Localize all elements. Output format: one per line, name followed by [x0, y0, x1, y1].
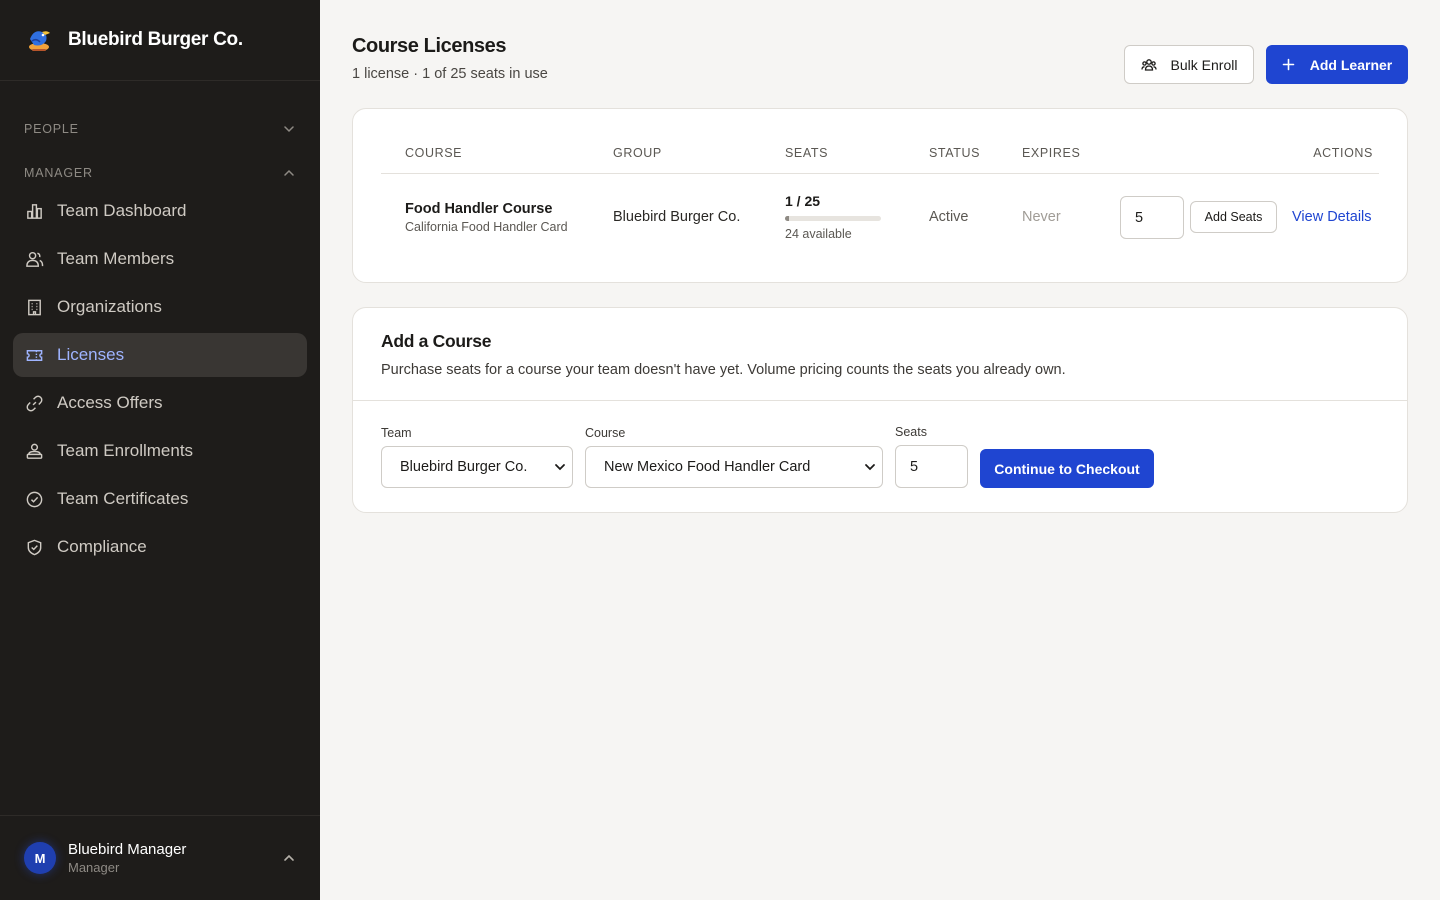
sidebar-item-label: Team Dashboard [57, 201, 187, 220]
column-header-course: COURSE [405, 146, 463, 160]
team-select-value: Bluebird Burger Co. [400, 459, 528, 475]
expires-text: Never [1022, 209, 1061, 225]
page-title: Course Licenses [352, 35, 507, 57]
column-header-seats: SEATS [785, 146, 829, 160]
sidebar-item-label: Team Certificates [57, 489, 189, 508]
sidebar-item-label: Organizations [57, 297, 162, 316]
add-learner-label: Add Learner [1309, 56, 1393, 73]
sidebar-item-access-offers[interactable]: Access Offers [13, 381, 307, 425]
building-icon [28, 299, 41, 315]
user-name: Bluebird Manager [68, 841, 187, 858]
user-menu[interactable]: M Bluebird Manager Manager [0, 815, 320, 900]
sidebar-item-team-members[interactable]: Team Members [13, 237, 307, 281]
section-label: PEOPLE [24, 122, 79, 136]
sidebar-item-compliance[interactable]: Compliance [13, 525, 307, 569]
section-label: MANAGER [24, 166, 93, 180]
course-select[interactable]: New Mexico Food Handler Card [585, 446, 883, 488]
add-course-description: Purchase seats for a course your team do… [381, 362, 1066, 378]
page-subtitle: 1 license · 1 of 25 seats in use [352, 66, 548, 82]
manager-nav: Team Dashboard Team Members Organization… [0, 189, 320, 569]
status-text: Active [929, 209, 969, 225]
link-icon [26, 395, 43, 411]
course-subtitle: California Food Handler Card [405, 220, 568, 234]
column-header-expires: EXPIRES [1022, 146, 1081, 160]
section-manager-toggle[interactable]: MANAGER [0, 163, 320, 183]
course-label: Course [585, 426, 626, 440]
group-name: Bluebird Burger Co. [613, 209, 741, 225]
section-people-toggle[interactable]: PEOPLE [0, 119, 320, 139]
team-select[interactable]: Bluebird Burger Co. [381, 446, 573, 488]
user-role: Manager [68, 860, 120, 875]
divider [353, 400, 1407, 401]
add-seats-quantity-input[interactable] [1120, 196, 1184, 239]
users-icon [26, 251, 44, 267]
enrollment-icon [26, 443, 43, 459]
bulk-enroll-button[interactable]: Bulk Enroll [1124, 45, 1254, 84]
sidebar-item-organizations[interactable]: Organizations [13, 285, 307, 329]
add-learner-button[interactable]: Add Learner [1266, 45, 1408, 84]
chevron-down-icon [865, 464, 875, 471]
add-course-card: Add a Course Purchase seats for a course… [352, 307, 1408, 513]
add-course-title: Add a Course [381, 331, 492, 351]
seats-progress-bar [785, 216, 881, 221]
brand-header[interactable]: Bluebird Burger Co. [0, 0, 320, 81]
sidebar-item-licenses[interactable]: Licenses [13, 333, 307, 377]
bar-chart-icon [27, 203, 42, 219]
bulk-enroll-label: Bulk Enroll [1170, 56, 1238, 73]
avatar: M [24, 842, 56, 874]
seats-available: 24 available [785, 227, 852, 241]
chevron-down-icon [555, 464, 565, 471]
view-details-link[interactable]: View Details [1292, 209, 1372, 225]
seats-label: Seats [895, 425, 927, 439]
seats-quantity-input[interactable] [895, 445, 968, 488]
course-select-value: New Mexico Food Handler Card [604, 459, 811, 475]
continue-to-checkout-button[interactable]: Continue to Checkout [980, 449, 1154, 488]
sidebar-item-label: Licenses [57, 345, 125, 364]
sidebar-item-team-dashboard[interactable]: Team Dashboard [13, 189, 307, 233]
add-seats-button[interactable]: Add Seats [1190, 201, 1277, 233]
chevron-down-icon [284, 126, 294, 133]
column-header-actions: ACTIONS [1313, 146, 1373, 160]
chevron-up-icon [284, 854, 294, 861]
sidebar-item-label: Team Members [57, 249, 175, 268]
column-header-group: GROUP [613, 146, 662, 160]
sidebar-item-label: Compliance [57, 537, 147, 556]
shield-check-icon [27, 539, 42, 555]
sidebar-item-label: Access Offers [57, 393, 163, 412]
chevron-up-icon [284, 169, 294, 176]
plus-icon [1282, 58, 1295, 71]
course-name: Food Handler Course [405, 201, 553, 217]
seats-progress-fill [785, 216, 789, 221]
check-circle-icon [26, 491, 43, 507]
sidebar-item-label: Team Enrollments [57, 441, 194, 460]
sidebar-item-team-certificates[interactable]: Team Certificates [13, 477, 307, 521]
header-divider [381, 173, 1379, 174]
licenses-table-card: COURSE GROUP SEATS STATUS EXPIRES ACTION… [352, 108, 1408, 283]
seats-count: 1 / 25 [785, 193, 821, 209]
ticket-icon [26, 349, 43, 361]
sidebar-item-team-enrollments[interactable]: Team Enrollments [13, 429, 307, 473]
sidebar: Bluebird Burger Co. PEOPLE MANAGER Team … [0, 0, 320, 900]
brand-name: Bluebird Burger Co. [68, 29, 243, 50]
users-group-icon [1140, 58, 1157, 71]
column-header-status: STATUS [929, 146, 981, 160]
team-label: Team [381, 426, 412, 440]
bluebird-logo-icon [29, 31, 50, 51]
